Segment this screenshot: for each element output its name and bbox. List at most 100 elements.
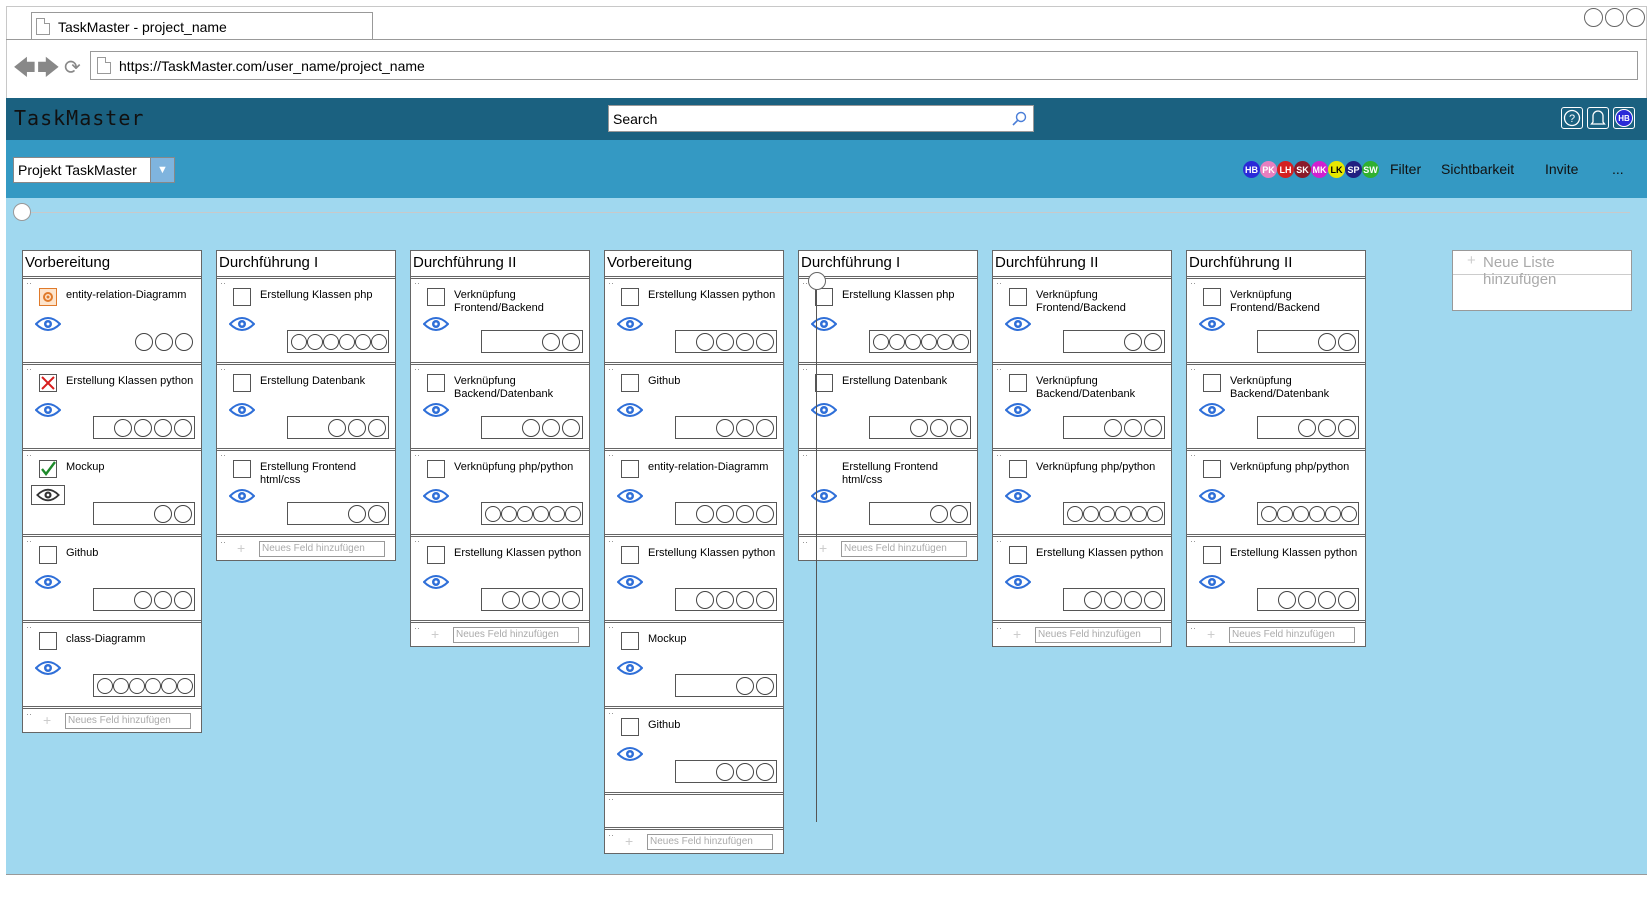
assignee-circle[interactable] bbox=[307, 333, 323, 350]
visibility-eye-icon[interactable] bbox=[31, 485, 65, 505]
member-avatar[interactable]: HB bbox=[1243, 161, 1260, 178]
assignee-circle[interactable] bbox=[716, 332, 734, 351]
plus-icon[interactable]: + bbox=[1207, 626, 1215, 642]
drag-dots-icon[interactable]: ·· bbox=[608, 537, 614, 546]
assignees-box[interactable] bbox=[93, 416, 195, 439]
visibility-eye-icon[interactable] bbox=[422, 487, 450, 505]
minimize-button[interactable] bbox=[1584, 8, 1603, 27]
visibility-eye-icon[interactable] bbox=[616, 401, 644, 419]
visibility-eye-icon[interactable] bbox=[616, 315, 644, 333]
task-checkbox[interactable] bbox=[1203, 288, 1221, 306]
assignee-circle[interactable] bbox=[1318, 332, 1336, 351]
visibility-eye-icon[interactable] bbox=[810, 315, 838, 333]
visibility-eye-icon[interactable] bbox=[1198, 401, 1226, 419]
assignee-circle[interactable] bbox=[716, 590, 734, 609]
assignee-circle[interactable] bbox=[134, 418, 152, 437]
drag-handle[interactable] bbox=[808, 272, 826, 290]
scroll-handle[interactable] bbox=[13, 203, 31, 221]
visibility-eye-icon[interactable] bbox=[34, 573, 62, 591]
assignee-circle[interactable] bbox=[953, 333, 969, 350]
assignee-circle[interactable] bbox=[756, 418, 774, 437]
assignee-circle[interactable] bbox=[736, 676, 754, 695]
task-checkbox[interactable] bbox=[39, 546, 57, 564]
task-card[interactable]: ·· Erstellung Klassen python bbox=[1187, 536, 1365, 621]
drag-dots-icon[interactable]: ·· bbox=[996, 365, 1002, 374]
assignee-circle[interactable] bbox=[1124, 332, 1142, 351]
visibility-eye-icon[interactable] bbox=[422, 401, 450, 419]
drag-dots-icon[interactable]: ·· bbox=[220, 451, 226, 460]
assignee-circle[interactable] bbox=[174, 504, 192, 523]
assignee-circle[interactable] bbox=[1115, 505, 1131, 522]
visibility-eye-icon[interactable] bbox=[1004, 315, 1032, 333]
assignee-circle[interactable] bbox=[1338, 590, 1356, 609]
assignee-circle[interactable] bbox=[339, 333, 355, 350]
assignee-circle[interactable] bbox=[716, 504, 734, 523]
plus-icon[interactable]: + bbox=[819, 540, 827, 556]
add-field-input[interactable]: Neues Feld hinzufügen bbox=[65, 713, 191, 729]
add-field-input[interactable]: Neues Feld hinzufügen bbox=[1035, 627, 1161, 643]
assignee-circle[interactable] bbox=[716, 762, 734, 781]
add-field-row[interactable]: ·· + Neues Feld hinzufügen bbox=[993, 622, 1171, 646]
add-field-row[interactable]: ·· + Neues Feld hinzufügen bbox=[411, 622, 589, 646]
plus-icon[interactable]: + bbox=[431, 626, 439, 642]
task-card[interactable]: ·· Github bbox=[605, 708, 783, 793]
assignees-box[interactable] bbox=[1257, 502, 1359, 525]
help-icon[interactable]: ? bbox=[1561, 107, 1583, 129]
in-progress-gear-icon[interactable] bbox=[39, 288, 57, 306]
add-field-row[interactable]: ·· + Neues Feld hinzufügen bbox=[217, 536, 395, 560]
assignee-circle[interactable] bbox=[756, 676, 774, 695]
visibility-eye-icon[interactable] bbox=[1198, 315, 1226, 333]
assignees-box[interactable] bbox=[675, 760, 777, 783]
more-menu-button[interactable]: ... bbox=[1612, 161, 1624, 177]
assignee-circle[interactable] bbox=[930, 418, 948, 437]
task-checkbox[interactable] bbox=[1203, 460, 1221, 478]
assignees-box[interactable] bbox=[1257, 588, 1359, 611]
assignee-circle[interactable] bbox=[517, 505, 533, 522]
search-input[interactable]: Search bbox=[608, 105, 1034, 132]
invite-button[interactable]: Invite bbox=[1545, 161, 1578, 177]
assignee-circle[interactable] bbox=[1298, 590, 1316, 609]
task-card[interactable]: ·· Erstellung Frontend html/css bbox=[799, 450, 977, 535]
assignees-box[interactable] bbox=[1063, 588, 1165, 611]
assignee-circle[interactable] bbox=[113, 677, 129, 694]
task-card[interactable]: ·· Verknüpfung Backend/Datenbank bbox=[411, 364, 589, 449]
assignee-circle[interactable] bbox=[921, 333, 937, 350]
address-bar[interactable]: https://TaskMaster.com/user_name/project… bbox=[90, 51, 1638, 80]
assignee-circle[interactable] bbox=[1298, 418, 1316, 437]
member-avatar[interactable]: SW bbox=[1362, 161, 1379, 178]
add-list-panel[interactable]: + Neue Liste hinzufügen bbox=[1452, 250, 1632, 311]
member-avatar[interactable]: MK bbox=[1311, 161, 1328, 178]
task-card[interactable]: ·· Erstellung Klassen php bbox=[799, 278, 977, 363]
list-title[interactable]: Durchführung II bbox=[411, 251, 589, 277]
assignee-circle[interactable] bbox=[533, 505, 549, 522]
assignee-circle[interactable] bbox=[355, 333, 371, 350]
assignee-circle[interactable] bbox=[328, 418, 346, 437]
drag-dots-icon[interactable]: ·· bbox=[26, 451, 32, 460]
assignee-circle[interactable] bbox=[1318, 418, 1336, 437]
task-checkbox[interactable] bbox=[1203, 546, 1221, 564]
assignees-box[interactable] bbox=[287, 330, 389, 353]
task-checkbox[interactable] bbox=[815, 374, 833, 392]
reload-icon[interactable]: ⟳ bbox=[64, 57, 81, 79]
list-title[interactable]: Vorbereitung bbox=[23, 251, 201, 277]
member-avatar[interactable]: SK bbox=[1294, 161, 1311, 178]
task-card[interactable]: ·· Verknüpfung Frontend/Backend bbox=[993, 278, 1171, 363]
assignee-circle[interactable] bbox=[562, 418, 580, 437]
task-checkbox[interactable] bbox=[427, 546, 445, 564]
task-card[interactable]: ·· Erstellung Frontend html/css bbox=[217, 450, 395, 535]
visibility-eye-icon[interactable] bbox=[34, 401, 62, 419]
task-card[interactable]: ·· Mockup bbox=[605, 622, 783, 707]
member-avatar[interactable]: LK bbox=[1328, 161, 1345, 178]
assignee-circle[interactable] bbox=[756, 504, 774, 523]
task-checkbox[interactable] bbox=[427, 460, 445, 478]
assignee-circle[interactable] bbox=[937, 333, 953, 350]
task-card[interactable]: ·· Erstellung Datenbank bbox=[217, 364, 395, 449]
assignee-circle[interactable] bbox=[291, 333, 307, 350]
assignees-box[interactable] bbox=[481, 330, 583, 353]
close-button[interactable] bbox=[1626, 8, 1645, 27]
assignee-circle[interactable] bbox=[135, 332, 153, 351]
task-card[interactable]: ·· Verknüpfung Backend/Datenbank bbox=[1187, 364, 1365, 449]
member-avatar[interactable]: LH bbox=[1277, 161, 1294, 178]
assignee-circle[interactable] bbox=[910, 418, 928, 437]
task-checkbox[interactable] bbox=[1009, 374, 1027, 392]
